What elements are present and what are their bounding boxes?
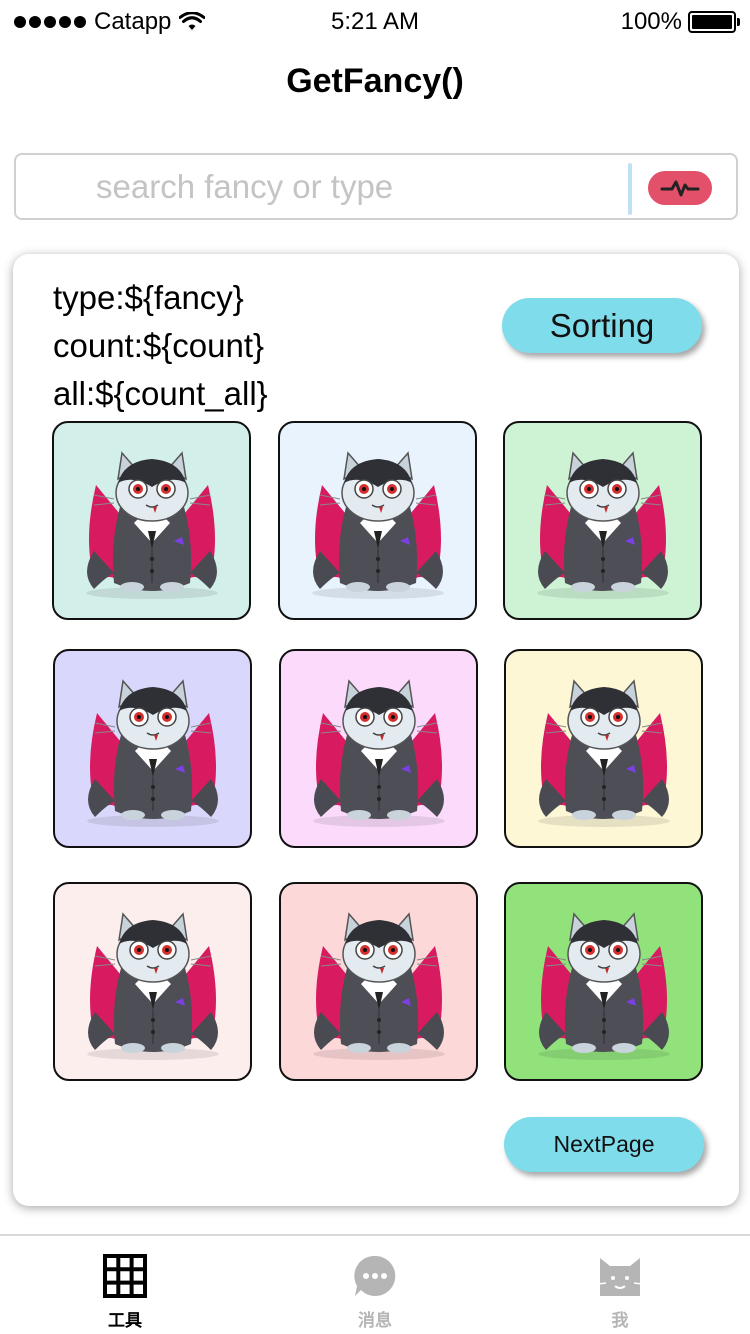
vampire-cat-image — [86, 680, 220, 828]
search-bar — [14, 153, 738, 220]
text-cursor — [628, 163, 632, 215]
pulse-button[interactable] — [648, 171, 712, 205]
tab-messages[interactable]: 消息 — [250, 1236, 500, 1334]
vampire-cat-image — [537, 680, 671, 828]
kitty-card[interactable] — [504, 882, 703, 1081]
tab-tools[interactable]: 工具 — [0, 1236, 250, 1334]
kitty-card[interactable] — [53, 882, 252, 1081]
kitty-card[interactable] — [279, 649, 478, 848]
filter-info: type:${fancy} count:${count} all:${count… — [53, 274, 268, 418]
kitty-card[interactable] — [278, 421, 477, 620]
vampire-cat-image — [311, 452, 445, 600]
battery-percent: 100% — [620, 8, 682, 35]
battery-icon — [688, 11, 740, 33]
cat-face-icon — [598, 1258, 642, 1296]
vampire-cat-image — [536, 452, 670, 600]
vampire-cat-image — [312, 913, 446, 1061]
kitty-card[interactable] — [503, 421, 702, 620]
vampire-cat-image — [85, 452, 219, 600]
sorting-button[interactable]: Sorting — [502, 298, 702, 353]
tab-label: 消息 — [358, 1311, 392, 1330]
kitty-card[interactable] — [279, 882, 478, 1081]
all-line: all:${count_all} — [53, 375, 268, 412]
tab-me[interactable]: 我 — [495, 1236, 745, 1334]
kitty-card[interactable] — [52, 421, 251, 620]
tab-label: 我 — [611, 1311, 629, 1330]
count-line: count:${count} — [53, 327, 265, 364]
status-bar: Catapp 5:21 AM 100% — [0, 0, 750, 44]
next-page-button[interactable]: NextPage — [504, 1117, 704, 1172]
kitty-card[interactable] — [504, 649, 703, 848]
vampire-cat-image — [86, 913, 220, 1061]
results-card: type:${fancy} count:${count} all:${count… — [13, 254, 739, 1206]
pulse-icon — [660, 180, 700, 197]
chat-bubble-icon — [354, 1255, 396, 1296]
type-line: type:${fancy} — [53, 279, 244, 316]
status-right: 100% — [620, 8, 740, 36]
kitty-card[interactable] — [53, 649, 252, 848]
vampire-cat-image — [312, 680, 446, 828]
page-title: GetFancy() — [286, 62, 464, 100]
search-input[interactable] — [96, 163, 616, 211]
grid-icon — [103, 1254, 147, 1298]
vampire-cat-image — [537, 913, 671, 1061]
tab-bar: 工具 消息 我 — [0, 1234, 750, 1334]
tab-label: 工具 — [108, 1311, 142, 1330]
